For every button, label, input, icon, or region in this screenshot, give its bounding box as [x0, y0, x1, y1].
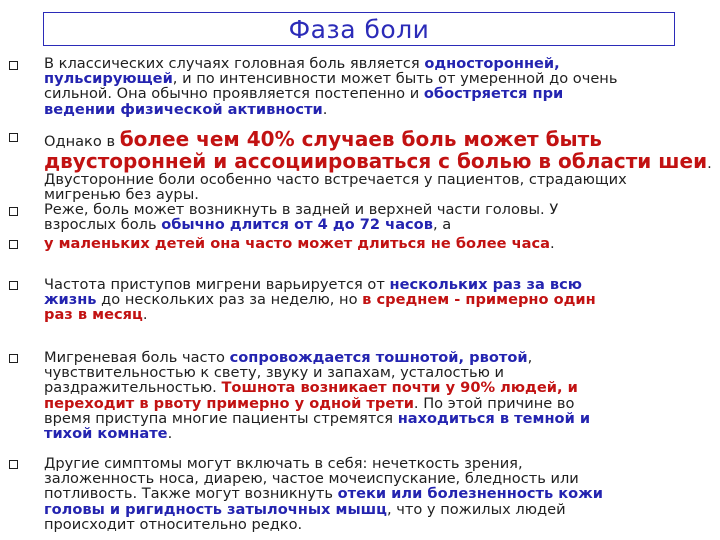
text-span: , а [432, 216, 452, 234]
paragraph-accompanying-symptoms: Мигреневая боль часто сопровождается тош… [44, 350, 704, 441]
emphasis-text: головы и ригидность затылочных мышц [44, 500, 387, 518]
text-line: чувствительностью к свету, звуку и запах… [44, 364, 505, 382]
text-span: . [142, 306, 148, 324]
paragraph-pain-character: В классических случаях головная боль явл… [44, 56, 704, 117]
emphasis-text: ведении физической активности [44, 100, 323, 118]
slide-title: Фаза боли [288, 14, 430, 44]
bullet-square-icon [9, 207, 18, 216]
emphasis-text: обычно длится от 4 до 72 часов [161, 216, 433, 234]
text-span: Однако в [44, 133, 120, 150]
bullet-square-icon [9, 460, 18, 469]
bullet-square-icon [9, 240, 18, 249]
emphasis-text-red: у маленьких детей она часто может длитьс… [44, 235, 550, 252]
paragraph-attack-frequency: Частота приступов мигрени варьируется от… [44, 277, 704, 323]
paragraph-bilateral-pain: Однако в более чем 40% случаев боль може… [44, 127, 712, 202]
text-line: Другие симптомы могут включать в себя: н… [44, 455, 523, 472]
slide-title-box: Фаза боли [43, 12, 675, 46]
emphasis-text-red: в среднем - примерно один [362, 291, 596, 309]
text-span: . [707, 155, 712, 172]
emphasis-text-large: более чем 40% случаев боль может быть [119, 127, 602, 151]
bullet-square-icon [9, 133, 18, 142]
emphasis-text: обостряется при [423, 85, 564, 103]
text-line: Реже, боль может возникнуть в задней и в… [44, 201, 559, 218]
emphasis-text-red: раз в месяц [44, 306, 143, 324]
text-span: , [527, 349, 533, 366]
bullet-square-icon [9, 281, 18, 290]
paragraph-children: у маленьких детей она часто может длитьс… [44, 236, 704, 251]
text-line: происходит относительно редко. [44, 515, 303, 533]
bullet-square-icon [9, 354, 18, 363]
emphasis-text: тихой комнате [44, 424, 168, 442]
text-span: . [167, 424, 173, 442]
text-span: взрослых боль [44, 216, 162, 234]
paragraph-pain-duration: Реже, боль может возникнуть в задней и в… [44, 202, 704, 232]
paragraph-other-symptoms: Другие симптомы могут включать в себя: н… [44, 456, 704, 532]
text-line: Двусторонние боли особенно часто встреча… [44, 171, 627, 188]
text-span: . [549, 235, 555, 252]
text-line: заложенность носа, диарею, частое мочеис… [44, 470, 579, 488]
text-span: , что у пожилых людей [386, 500, 566, 518]
emphasis-text: находиться в темной и [397, 409, 591, 427]
emphasis-text-large: двусторонней и ассоциироваться с болью в… [44, 149, 708, 173]
text-span: . [322, 100, 328, 118]
bullet-square-icon [9, 61, 18, 70]
